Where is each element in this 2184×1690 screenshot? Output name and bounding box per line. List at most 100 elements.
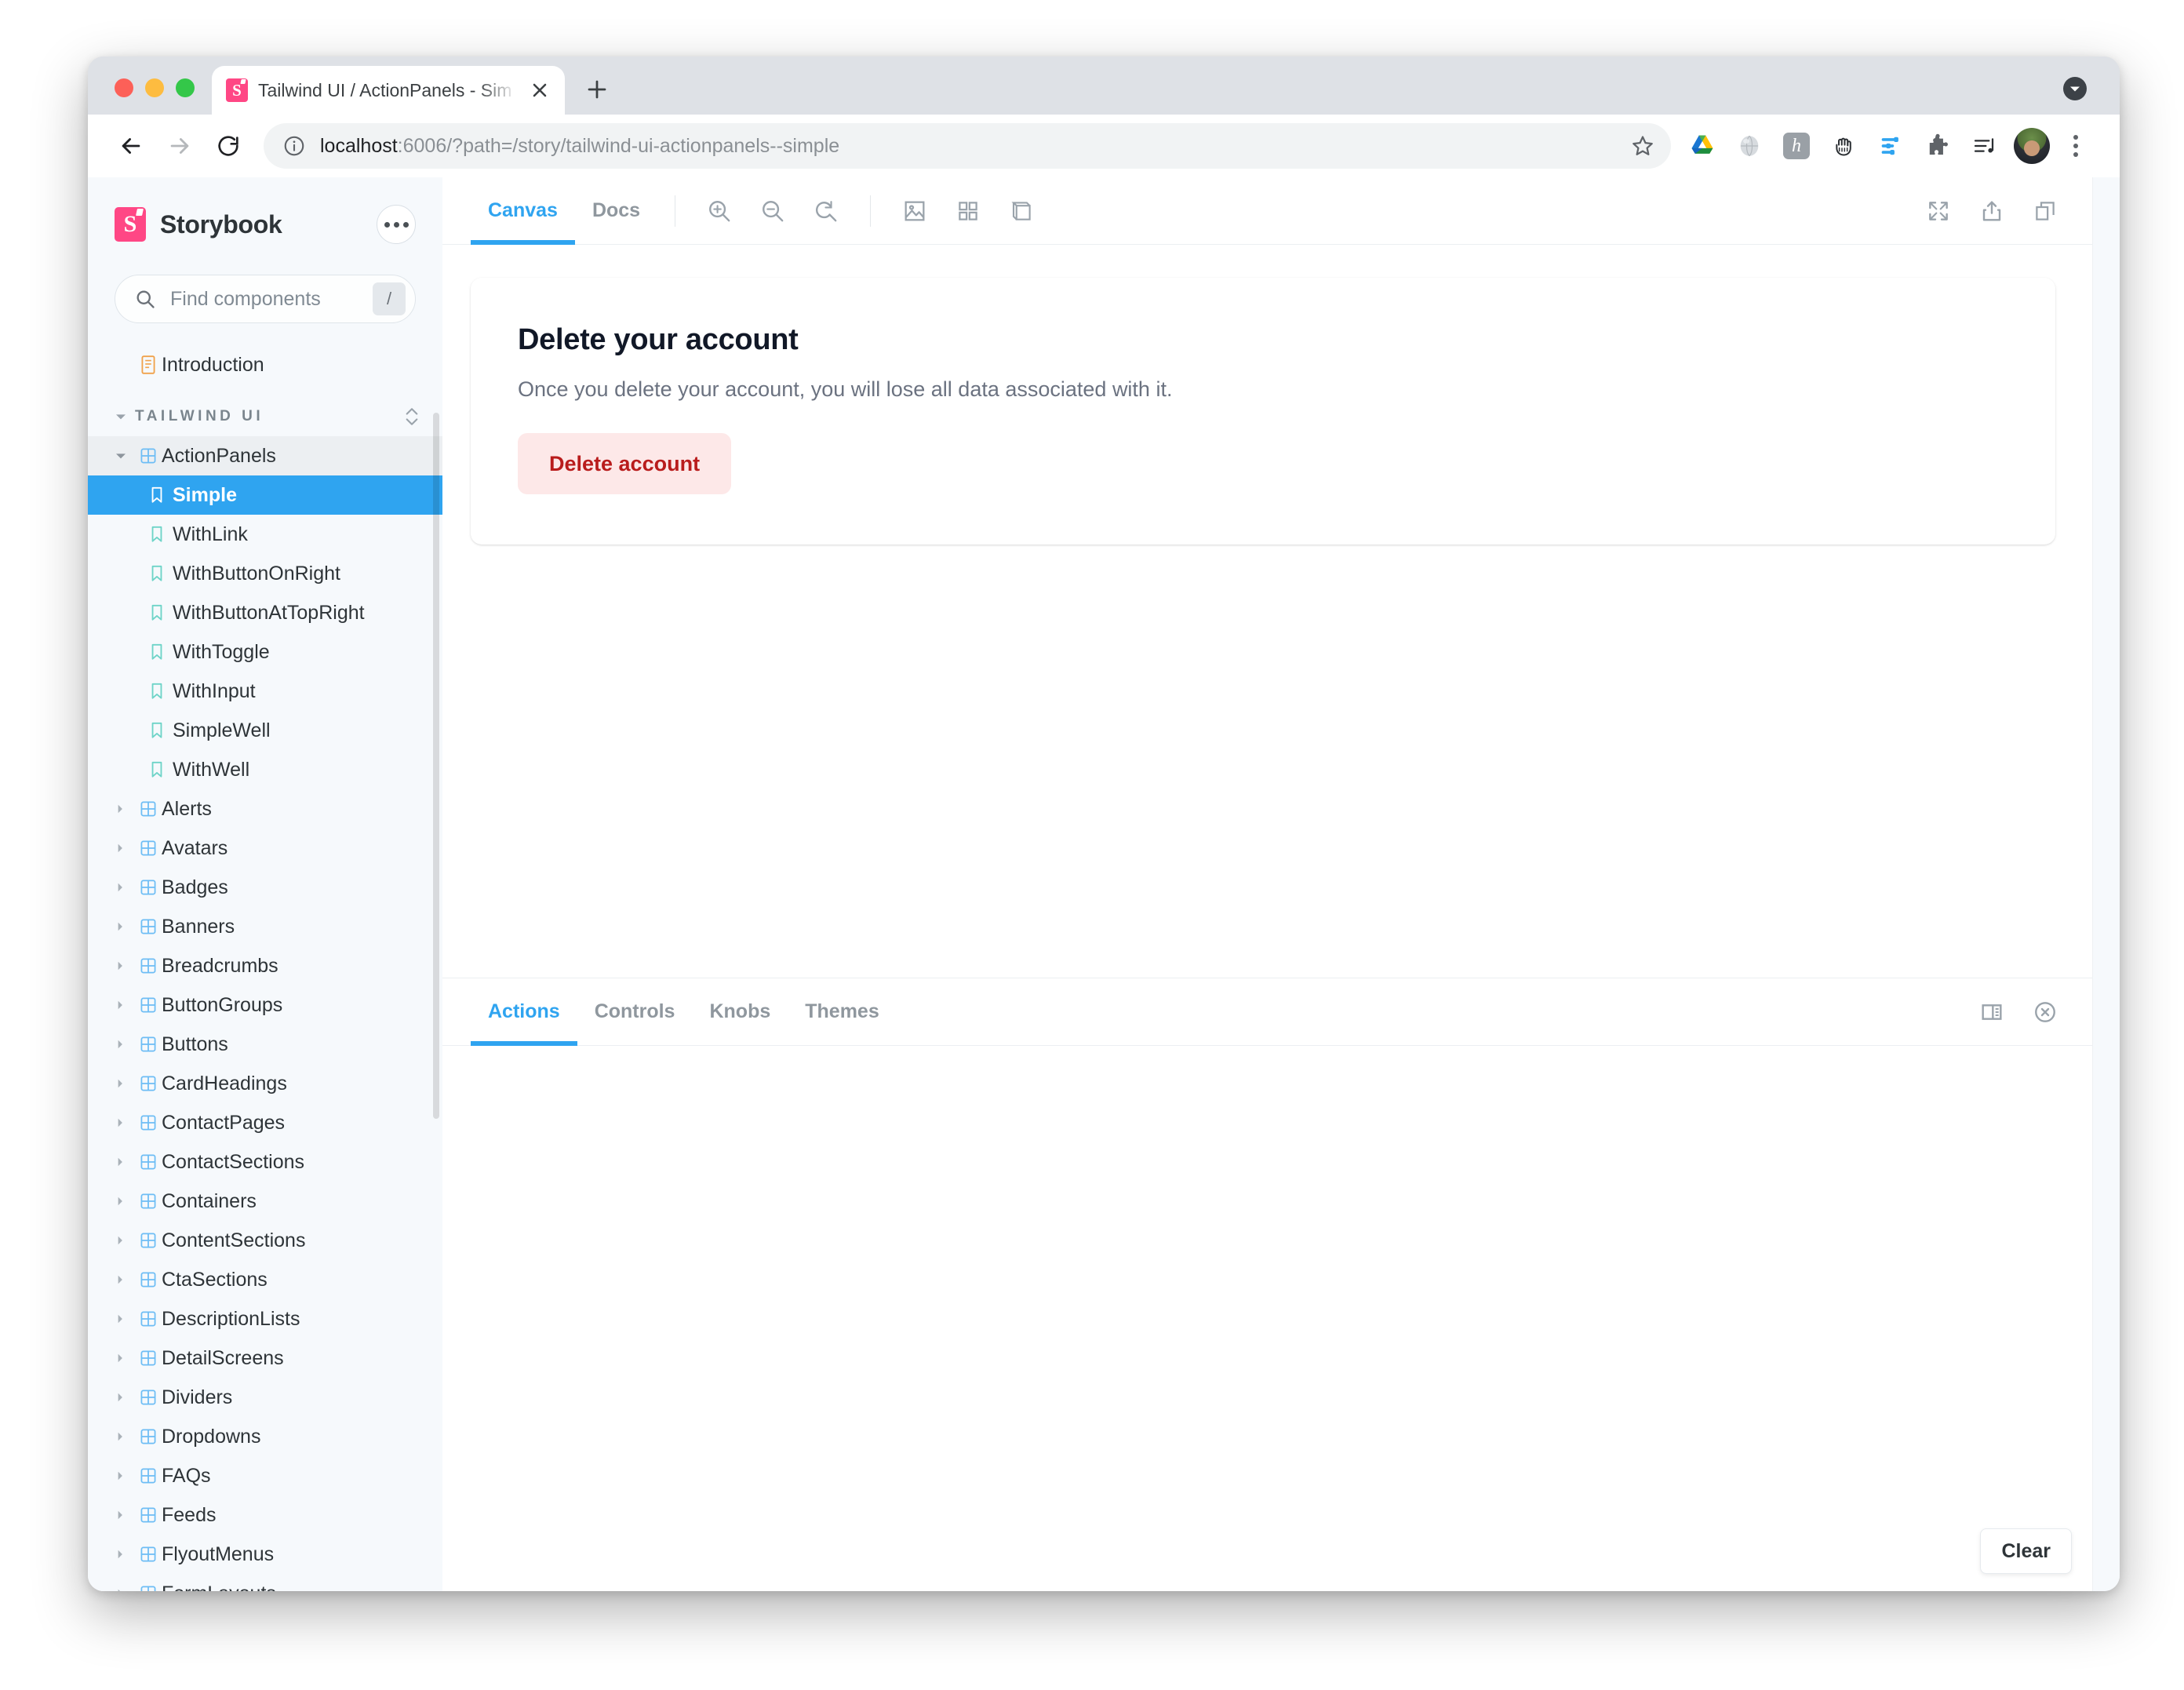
caret-right-icon[interactable] (115, 1510, 135, 1521)
search-input[interactable]: Find components / (115, 275, 416, 323)
sidebar-group-dropdowns[interactable]: Dropdowns (88, 1417, 442, 1456)
sidebar-group-descriptionlists[interactable]: DescriptionLists (88, 1299, 442, 1339)
tab-themes[interactable]: Themes (788, 978, 896, 1046)
caret-right-icon[interactable] (115, 1235, 135, 1246)
sidebar-group-buttons[interactable]: Buttons (88, 1025, 442, 1064)
close-icon[interactable] (527, 78, 552, 103)
caret-right-icon[interactable] (115, 1156, 135, 1167)
share-upload-icon[interactable] (1970, 189, 2014, 233)
sidebar-section-tailwind-ui[interactable]: TAILWIND UI (88, 397, 442, 436)
caret-right-icon[interactable] (115, 960, 135, 971)
caret-right-icon[interactable] (115, 1588, 135, 1591)
sidebar-story-withbuttononright[interactable]: WithButtonOnRight (88, 554, 442, 593)
profile-avatar-button[interactable] (2008, 122, 2055, 169)
tab-knobs[interactable]: Knobs (692, 978, 788, 1046)
caret-right-icon[interactable] (115, 1196, 135, 1207)
sidebar-scrollbar[interactable] (433, 413, 439, 1119)
sidebar-group-feeds[interactable]: Feeds (88, 1495, 442, 1535)
sidebar-group-cardheadings[interactable]: CardHeadings (88, 1064, 442, 1103)
chevron-down-circle-icon[interactable] (2060, 74, 2090, 104)
copy-icon[interactable] (2023, 189, 2067, 233)
caret-down-icon[interactable] (115, 410, 135, 423)
tab-actions[interactable]: Actions (471, 978, 577, 1046)
sidebar-group-badges[interactable]: Badges (88, 868, 442, 907)
tab-canvas[interactable]: Canvas (471, 177, 575, 245)
star-icon[interactable] (1621, 124, 1665, 168)
caret-right-icon[interactable] (115, 803, 135, 814)
sidebar-group-containers[interactable]: Containers (88, 1182, 442, 1221)
browser-tab-active[interactable]: S Tailwind UI / ActionPanels - Sim (212, 66, 565, 115)
caret-right-icon[interactable] (115, 1431, 135, 1442)
caret-right-icon[interactable] (115, 1392, 135, 1403)
filter-sliders-extension-icon[interactable] (1867, 122, 1914, 169)
honey-extension-icon[interactable]: h (1773, 122, 1820, 169)
reload-icon[interactable] (204, 122, 253, 170)
sidebar-group-flyoutmenus[interactable]: FlyoutMenus (88, 1535, 442, 1574)
caret-right-icon[interactable] (115, 1313, 135, 1324)
info-circle-icon[interactable] (282, 134, 306, 158)
sidebar-item-introduction[interactable]: Introduction (88, 344, 442, 386)
fullscreen-icon[interactable] (1916, 189, 1960, 233)
measure-icon[interactable] (999, 189, 1043, 233)
caret-right-icon[interactable] (115, 1117, 135, 1128)
grid-icon[interactable] (946, 189, 990, 233)
caret-right-icon[interactable] (115, 1078, 135, 1089)
tab-controls[interactable]: Controls (577, 978, 693, 1046)
globe-extension-icon[interactable] (1726, 122, 1773, 169)
sidebar-group-contactpages[interactable]: ContactPages (88, 1103, 442, 1142)
music-queue-extension-icon[interactable] (1961, 122, 2008, 169)
sidebar-group-alerts[interactable]: Alerts (88, 789, 442, 829)
caret-right-icon[interactable] (115, 1039, 135, 1050)
sidebar-story-withinput[interactable]: WithInput (88, 672, 442, 711)
sidebar-group-contactsections[interactable]: ContactSections (88, 1142, 442, 1182)
caret-right-icon[interactable] (115, 1274, 135, 1285)
sidebar-story-simple[interactable]: Simple (88, 475, 442, 515)
close-circle-icon[interactable] (2023, 990, 2067, 1034)
sidebar-group-dividers[interactable]: Dividers (88, 1378, 442, 1417)
sidebar-group-contentsections[interactable]: ContentSections (88, 1221, 442, 1260)
caret-right-icon[interactable] (115, 1353, 135, 1364)
new-tab-button[interactable] (576, 68, 618, 111)
arrow-right-icon[interactable] (155, 122, 204, 170)
caret-right-icon[interactable] (115, 882, 135, 893)
window-close-button[interactable] (115, 78, 133, 97)
sort-updown-icon[interactable] (403, 406, 420, 428)
sidebar-story-simplewell[interactable]: SimpleWell (88, 711, 442, 750)
caret-right-icon[interactable] (115, 1549, 135, 1560)
sidebar-group-detailscreens[interactable]: DetailScreens (88, 1339, 442, 1378)
zoom-out-icon[interactable] (751, 189, 795, 233)
delete-account-button[interactable]: Delete account (518, 433, 731, 494)
sidebar-story-withbuttonattopright[interactable]: WithButtonAtTopRight (88, 593, 442, 632)
sidebar-group-formlayouts[interactable]: FormLayouts (88, 1574, 442, 1591)
caret-down-icon[interactable] (115, 450, 135, 462)
grabbing-hand-extension-icon[interactable] (1820, 122, 1867, 169)
clear-button[interactable]: Clear (1980, 1528, 2072, 1574)
puzzle-extensions-icon[interactable] (1914, 122, 1961, 169)
panel-position-icon[interactable] (1970, 990, 2014, 1034)
caret-right-icon[interactable] (115, 921, 135, 932)
zoom-in-icon[interactable] (697, 189, 741, 233)
sidebar-story-withwell[interactable]: WithWell (88, 750, 442, 789)
sidebar-group-avatars[interactable]: Avatars (88, 829, 442, 868)
sidebar-group-banners[interactable]: Banners (88, 907, 442, 946)
sidebar-group-ctasections[interactable]: CtaSections (88, 1260, 442, 1299)
sidebar-story-withtoggle[interactable]: WithToggle (88, 632, 442, 672)
zoom-reset-icon[interactable] (804, 189, 848, 233)
caret-right-icon[interactable] (115, 843, 135, 854)
background-image-icon[interactable] (893, 189, 937, 233)
window-maximize-button[interactable] (176, 78, 195, 97)
ellipsis-icon[interactable] (377, 205, 416, 244)
caret-right-icon[interactable] (115, 1000, 135, 1011)
sidebar-group-actionpanels[interactable]: ActionPanels (88, 436, 442, 475)
sidebar-story-withlink[interactable]: WithLink (88, 515, 442, 554)
caret-right-icon[interactable] (115, 1470, 135, 1481)
arrow-left-icon[interactable] (107, 122, 155, 170)
tab-docs[interactable]: Docs (575, 177, 657, 245)
window-minimize-button[interactable] (145, 78, 164, 97)
omnibox[interactable]: localhost:6006/?path=/story/tailwind-ui-… (264, 123, 1671, 169)
three-dots-vertical-icon[interactable] (2055, 126, 2096, 166)
sidebar-group-faqs[interactable]: FAQs (88, 1456, 442, 1495)
sidebar-group-breadcrumbs[interactable]: Breadcrumbs (88, 946, 442, 985)
sidebar-group-buttongroups[interactable]: ButtonGroups (88, 985, 442, 1025)
google-drive-extension-icon[interactable] (1679, 122, 1726, 169)
